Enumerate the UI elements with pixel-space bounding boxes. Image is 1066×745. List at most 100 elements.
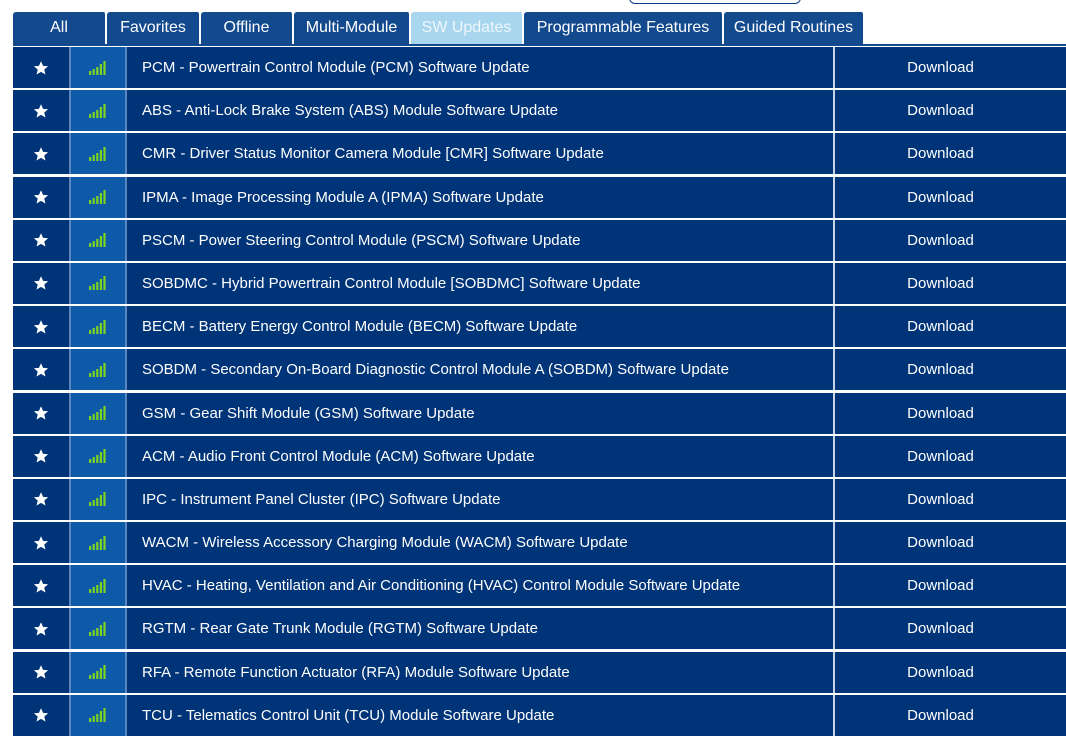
connectivity-cell: [69, 522, 127, 564]
table-row: PCM - Powertrain Control Module (PCM) So…: [13, 47, 1066, 88]
favorite-toggle[interactable]: [13, 522, 69, 564]
favorite-toggle[interactable]: [13, 133, 69, 175]
connectivity-cell: [69, 219, 127, 261]
software-update-list: PCM - Powertrain Control Module (PCM) So…: [13, 47, 1066, 738]
module-update-name[interactable]: GSM - Gear Shift Module (GSM) Software U…: [127, 392, 835, 434]
connectivity-cell: [69, 651, 127, 693]
module-update-name[interactable]: ACM - Audio Front Control Module (ACM) S…: [127, 435, 835, 477]
connectivity-cell: [69, 694, 127, 736]
module-update-name[interactable]: IPC - Instrument Panel Cluster (IPC) Sof…: [127, 478, 835, 520]
signal-bars-icon: [89, 190, 107, 205]
module-update-name[interactable]: IPMA - Image Processing Module A (IPMA) …: [127, 176, 835, 218]
signal-bars-icon: [89, 276, 107, 291]
favorite-toggle[interactable]: [13, 651, 69, 693]
download-button[interactable]: Download: [835, 651, 1066, 693]
download-button[interactable]: Download: [835, 435, 1066, 477]
download-button[interactable]: Download: [835, 176, 1066, 218]
favorite-toggle[interactable]: [13, 435, 69, 477]
download-button[interactable]: Download: [835, 349, 1066, 391]
table-row: ABS - Anti-Lock Brake System (ABS) Modul…: [13, 90, 1066, 132]
module-update-name[interactable]: BECM - Battery Energy Control Module (BE…: [127, 306, 835, 348]
table-row: GSM - Gear Shift Module (GSM) Software U…: [13, 392, 1066, 434]
star-icon: [33, 60, 49, 76]
tab-bar-divider: [13, 44, 1066, 46]
download-button[interactable]: Download: [835, 306, 1066, 348]
module-update-name[interactable]: HVAC - Heating, Ventilation and Air Cond…: [127, 565, 835, 607]
module-update-name[interactable]: ABS - Anti-Lock Brake System (ABS) Modul…: [127, 90, 835, 132]
table-row: RFA - Remote Function Actuator (RFA) Mod…: [13, 651, 1066, 693]
favorite-toggle[interactable]: [13, 392, 69, 434]
signal-bars-icon: [89, 535, 107, 550]
tab-multi-module[interactable]: Multi-Module: [294, 12, 411, 44]
table-row: SOBDM - Secondary On-Board Diagnostic Co…: [13, 349, 1066, 391]
download-button[interactable]: Download: [835, 133, 1066, 175]
star-icon: [33, 319, 49, 335]
signal-bars-icon: [89, 406, 107, 420]
tab-offline[interactable]: Offline: [201, 12, 294, 44]
favorite-toggle[interactable]: [13, 565, 69, 607]
star-icon: [33, 275, 49, 291]
connectivity-cell: [69, 176, 127, 218]
download-button[interactable]: Download: [835, 47, 1066, 88]
download-button[interactable]: Download: [835, 522, 1066, 564]
download-button[interactable]: Download: [835, 694, 1066, 736]
signal-bars-icon: [89, 146, 107, 161]
connectivity-cell: [69, 478, 127, 520]
star-icon: [33, 405, 49, 421]
download-button[interactable]: Download: [835, 565, 1066, 607]
tab-favorites[interactable]: Favorites: [107, 12, 201, 44]
connectivity-cell: [69, 435, 127, 477]
favorite-toggle[interactable]: [13, 90, 69, 132]
table-row: IPMA - Image Processing Module A (IPMA) …: [13, 176, 1066, 218]
module-update-name[interactable]: CMR - Driver Status Monitor Camera Modul…: [127, 133, 835, 175]
top-control-edge: [629, 0, 801, 4]
connectivity-cell: [69, 349, 127, 391]
tab-programmable-features[interactable]: Programmable Features: [524, 12, 724, 44]
star-icon: [33, 103, 49, 119]
star-icon: [33, 232, 49, 248]
module-update-name[interactable]: WACM - Wireless Accessory Charging Modul…: [127, 522, 835, 564]
star-icon: [33, 491, 49, 507]
module-update-name[interactable]: SOBDMC - Hybrid Powertrain Control Modul…: [127, 262, 835, 304]
favorite-toggle[interactable]: [13, 478, 69, 520]
table-row: ACM - Audio Front Control Module (ACM) S…: [13, 435, 1066, 477]
download-button[interactable]: Download: [835, 392, 1066, 434]
download-button[interactable]: Download: [835, 262, 1066, 304]
module-update-name[interactable]: SOBDM - Secondary On-Board Diagnostic Co…: [127, 349, 835, 391]
table-row: CMR - Driver Status Monitor Camera Modul…: [13, 133, 1066, 175]
download-button[interactable]: Download: [835, 478, 1066, 520]
favorite-toggle[interactable]: [13, 694, 69, 736]
module-update-name[interactable]: PCM - Powertrain Control Module (PCM) So…: [127, 47, 835, 88]
download-button[interactable]: Download: [835, 219, 1066, 261]
tab-all[interactable]: All: [13, 12, 107, 44]
signal-bars-icon: [89, 708, 107, 723]
module-update-name[interactable]: RGTM - Rear Gate Trunk Module (RGTM) Sof…: [127, 608, 835, 650]
favorite-toggle[interactable]: [13, 262, 69, 304]
module-update-name[interactable]: PSCM - Power Steering Control Module (PS…: [127, 219, 835, 261]
signal-bars-icon: [89, 621, 107, 636]
tab-sw-updates[interactable]: SW Updates: [411, 12, 524, 44]
table-row: RGTM - Rear Gate Trunk Module (RGTM) Sof…: [13, 608, 1066, 650]
connectivity-cell: [69, 306, 127, 348]
connectivity-cell: [69, 392, 127, 434]
favorite-toggle[interactable]: [13, 608, 69, 650]
tab-guided-routines[interactable]: Guided Routines: [724, 12, 865, 44]
download-button[interactable]: Download: [835, 608, 1066, 650]
favorite-toggle[interactable]: [13, 219, 69, 261]
signal-bars-icon: [89, 60, 107, 75]
favorite-toggle[interactable]: [13, 47, 69, 88]
favorite-toggle[interactable]: [13, 349, 69, 391]
tab-bar: All Favorites Offline Multi-Module SW Up…: [13, 12, 865, 44]
download-button[interactable]: Download: [835, 90, 1066, 132]
module-update-name[interactable]: RFA - Remote Function Actuator (RFA) Mod…: [127, 651, 835, 693]
star-icon: [33, 362, 49, 378]
signal-bars-icon: [89, 665, 107, 680]
table-row: IPC - Instrument Panel Cluster (IPC) Sof…: [13, 478, 1066, 520]
favorite-toggle[interactable]: [13, 306, 69, 348]
favorite-toggle[interactable]: [13, 176, 69, 218]
connectivity-cell: [69, 262, 127, 304]
signal-bars-icon: [89, 233, 107, 248]
module-update-name[interactable]: TCU - Telematics Control Unit (TCU) Modu…: [127, 694, 835, 736]
signal-bars-icon: [89, 449, 107, 464]
table-row: SOBDMC - Hybrid Powertrain Control Modul…: [13, 262, 1066, 304]
